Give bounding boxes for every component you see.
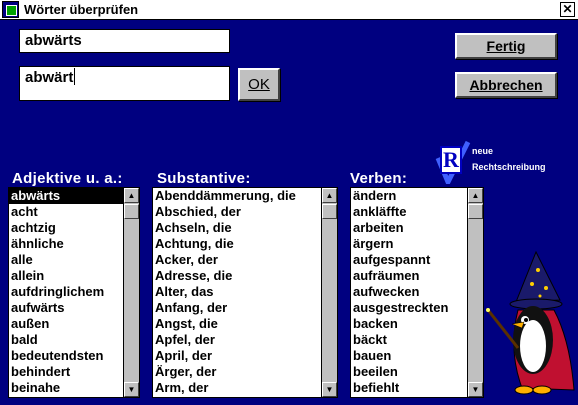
verben-heading: Verben:: [350, 170, 408, 187]
list-item[interactable]: Abschied, der: [153, 204, 321, 220]
substantive-items: Abenddämmerung, die Abschied, der Achseln,…: [153, 188, 321, 397]
adjektive-scrollbar[interactable]: ▲ ▼: [123, 188, 139, 397]
list-item[interactable]: beinahe: [9, 380, 123, 396]
list-item[interactable]: ändern: [351, 188, 467, 204]
list-item[interactable]: Acker, der: [153, 252, 321, 268]
list-item[interactable]: beeilen: [351, 364, 467, 380]
list-item[interactable]: Adresse, die: [153, 268, 321, 284]
list-item[interactable]: abwärts: [9, 188, 123, 204]
list-item[interactable]: allein: [9, 268, 123, 284]
list-item[interactable]: alle: [9, 252, 123, 268]
word-entry-text: abwärt: [25, 69, 74, 86]
verben-items: ändern ankläffte arbeiten ärgern aufgespannt…: [351, 188, 467, 397]
list-item[interactable]: bauen: [351, 348, 467, 364]
list-item[interactable]: Alter, das: [153, 284, 321, 300]
list-item[interactable]: aufräumen: [351, 268, 467, 284]
list-item[interactable]: Angst, die: [153, 316, 321, 332]
ok-button[interactable]: OK: [238, 68, 280, 101]
list-item[interactable]: Arm, der: [153, 380, 321, 396]
scroll-down-arrow-icon[interactable]: ▼: [322, 382, 337, 397]
list-item[interactable]: befiehlt: [351, 380, 467, 396]
word-display-field: abwärts: [19, 29, 230, 53]
list-item[interactable]: bedeutendsten: [9, 348, 123, 364]
list-item[interactable]: außen: [9, 316, 123, 332]
scroll-down-arrow-icon[interactable]: ▼: [124, 382, 139, 397]
rechtschreibung-logo-icon: R neue Rechtschreibung: [434, 138, 564, 184]
list-item[interactable]: April, der: [153, 348, 321, 364]
list-item[interactable]: acht: [9, 204, 123, 220]
list-item[interactable]: aufdringlichem: [9, 284, 123, 300]
substantive-heading: Substantive:: [157, 170, 251, 187]
scroll-thumb[interactable]: [124, 204, 139, 219]
list-item[interactable]: Apfel, der: [153, 332, 321, 348]
window-title: Wörter überprüfen: [24, 2, 139, 17]
abbrechen-button[interactable]: Abbrechen: [455, 72, 557, 98]
close-button[interactable]: ✕: [560, 2, 575, 17]
list-item[interactable]: Ärger, der: [153, 364, 321, 380]
logo-text-line2: Rechtschreibung: [472, 162, 546, 172]
penguin-wizard-icon: [486, 250, 575, 395]
list-item[interactable]: Anfang, der: [153, 300, 321, 316]
list-item[interactable]: aufwärts: [9, 300, 123, 316]
substantive-scrollbar[interactable]: ▲ ▼: [321, 188, 337, 397]
logo-text-line1: neue: [472, 146, 494, 156]
list-item[interactable]: ärgern: [351, 236, 467, 252]
scroll-thumb[interactable]: [322, 204, 337, 219]
verben-listbox[interactable]: ändern ankläffte arbeiten ärgern aufgespannt…: [350, 187, 484, 398]
substantive-listbox[interactable]: Abenddämmerung, die Abschied, der Achseln,…: [152, 187, 338, 398]
scroll-up-arrow-icon[interactable]: ▲: [124, 188, 139, 203]
list-item[interactable]: Achtung, die: [153, 236, 321, 252]
list-item[interactable]: bald: [9, 332, 123, 348]
adjektive-items: abwärts acht achtzig ähnliche alle allein aufd…: [9, 188, 123, 397]
list-item[interactable]: Achseln, die: [153, 220, 321, 236]
list-item[interactable]: Abenddämmerung, die: [153, 188, 321, 204]
list-item[interactable]: aufwecken: [351, 284, 467, 300]
adjektive-listbox[interactable]: abwärts acht achtzig ähnliche alle allein aufd…: [8, 187, 140, 398]
adjektive-heading: Adjektive u. a.:: [12, 170, 123, 187]
list-item[interactable]: backen: [351, 316, 467, 332]
scroll-up-arrow-icon[interactable]: ▲: [468, 188, 483, 203]
list-item[interactable]: behindert: [9, 364, 123, 380]
word-entry-field[interactable]: abwärt: [19, 66, 230, 101]
title-bar: Wörter überprüfen ✕: [0, 0, 578, 20]
list-item[interactable]: arbeiten: [351, 220, 467, 236]
text-caret: [74, 68, 76, 85]
logo-letter: R: [440, 146, 462, 174]
list-item[interactable]: ausgestreckten: [351, 300, 467, 316]
scroll-up-arrow-icon[interactable]: ▲: [322, 188, 337, 203]
list-item[interactable]: ähnliche: [9, 236, 123, 252]
list-item[interactable]: bäckt: [351, 332, 467, 348]
fertig-button[interactable]: Fertig: [455, 33, 557, 59]
scroll-thumb[interactable]: [468, 204, 483, 219]
list-item[interactable]: aufgespannt: [351, 252, 467, 268]
list-item[interactable]: achtzig: [9, 220, 123, 236]
list-item[interactable]: ankläffte: [351, 204, 467, 220]
app-icon[interactable]: [2, 1, 19, 18]
